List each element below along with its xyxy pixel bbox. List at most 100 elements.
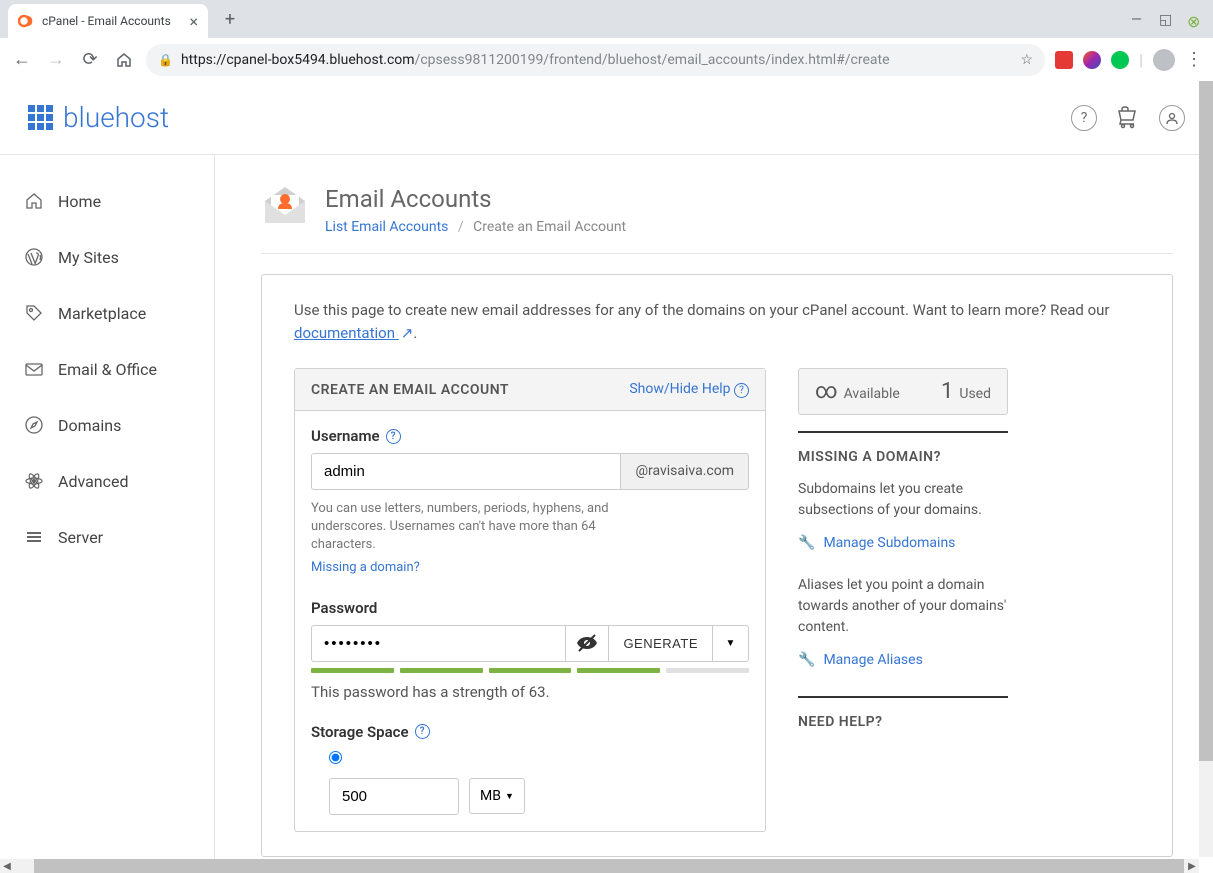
sidebar-label: Home: [58, 192, 101, 211]
breadcrumb: List Email Accounts / Create an Email Ac…: [325, 219, 626, 235]
missing-domain-link[interactable]: Missing a domain?: [311, 559, 621, 577]
side-title: NEED HELP?: [798, 714, 1008, 730]
storage-label: Storage Space ?: [311, 723, 749, 741]
usage-stats: ∞ Available 1 Used: [798, 368, 1008, 415]
forward-button[interactable]: →: [44, 48, 68, 72]
page: bluehost ? Home My Sites Marketplace: [0, 81, 1213, 873]
domain-addon: @ravisaiva.com: [621, 453, 749, 490]
close-window-icon[interactable]: ⊗: [1187, 12, 1201, 26]
password-label: Password: [311, 599, 749, 617]
generate-button[interactable]: GENERATE: [609, 625, 713, 662]
generate-dropdown[interactable]: ▼: [713, 625, 749, 662]
grammarly-ext-icon[interactable]: [1111, 51, 1129, 69]
external-link-icon: ↗: [401, 322, 414, 345]
url-host: https://cpanel-box5494.bluehost.com: [181, 52, 415, 68]
wrench-icon: 🔧: [798, 652, 815, 668]
alias-text: Aliases let you point a domain towards a…: [798, 575, 1008, 638]
instagram-ext-icon[interactable]: [1083, 51, 1101, 69]
back-button[interactable]: ←: [10, 48, 34, 72]
infinity-icon: ∞: [815, 379, 838, 404]
used-label: Used: [959, 386, 991, 402]
envelope-icon: [24, 359, 44, 379]
help-icon: ?: [734, 383, 749, 398]
compass-icon: [24, 415, 44, 435]
tag-icon: [24, 303, 44, 323]
tab-bar: cPanel - Email Accounts × + — ◱ ⊗: [0, 0, 1213, 38]
url-input[interactable]: 🔒 https://cpanel-box5494.bluehost.com/cp…: [146, 44, 1045, 76]
card-title: CREATE AN EMAIL ACCOUNT: [311, 382, 509, 398]
profile-avatar-icon[interactable]: [1153, 49, 1175, 71]
address-bar: ← → ⟳ 🔒 https://cpanel-box5494.bluehost.…: [0, 38, 1213, 81]
storage-fixed-radio[interactable]: [329, 751, 342, 764]
home-button[interactable]: [112, 48, 136, 72]
main-content: Email Accounts List Email Accounts / Cre…: [215, 155, 1213, 873]
password-input[interactable]: [311, 625, 565, 662]
create-account-card: CREATE AN EMAIL ACCOUNT Show/Hide Help ?…: [294, 368, 766, 832]
logo[interactable]: bluehost: [28, 101, 169, 134]
cart-icon[interactable]: [1115, 105, 1141, 131]
breadcrumb-link[interactable]: List Email Accounts: [325, 219, 448, 235]
email-accounts-icon: [261, 185, 309, 227]
logo-text: bluehost: [63, 101, 169, 134]
username-hint: You can use letters, numbers, periods, h…: [311, 500, 621, 577]
storage-unit-dropdown[interactable]: MB ▼: [469, 778, 525, 814]
wordpress-icon: [24, 247, 44, 267]
flipboard-ext-icon[interactable]: [1055, 51, 1073, 69]
lock-icon: 🔒: [158, 53, 173, 67]
topbar: bluehost ?: [0, 81, 1213, 155]
browser-tab[interactable]: cPanel - Email Accounts ×: [8, 4, 208, 38]
logo-grid-icon: [28, 105, 53, 130]
vertical-scrollbar[interactable]: [1199, 81, 1213, 857]
sidebar-label: Server: [58, 528, 103, 547]
url-path: /cpsess9811200199/frontend/bluehost/emai…: [415, 52, 890, 68]
bookmark-icon[interactable]: ☆: [1021, 52, 1034, 68]
sidebar-label: Advanced: [58, 472, 129, 491]
sidebar-item-advanced[interactable]: Advanced: [0, 453, 214, 509]
need-help-section: NEED HELP?: [798, 696, 1008, 730]
strength-text: This password has a strength of 63.: [311, 683, 749, 701]
sidebar-label: Marketplace: [58, 304, 146, 323]
page-title: Email Accounts: [325, 185, 626, 213]
help-icon[interactable]: ?: [386, 429, 401, 444]
sidebar-item-marketplace[interactable]: Marketplace: [0, 285, 214, 341]
reload-button[interactable]: ⟳: [78, 48, 102, 72]
user-icon[interactable]: [1159, 105, 1185, 131]
menu-lines-icon: [24, 527, 44, 547]
close-tab-icon[interactable]: ×: [189, 12, 198, 31]
cpanel-icon: [18, 13, 34, 29]
manage-aliases-link[interactable]: 🔧 Manage Aliases: [798, 652, 1008, 668]
sidebar-item-home[interactable]: Home: [0, 173, 214, 229]
sidebar-item-domains[interactable]: Domains: [0, 397, 214, 453]
sidebar: Home My Sites Marketplace Email & Office…: [0, 155, 215, 873]
tab-title: cPanel - Email Accounts: [42, 14, 171, 28]
username-label: Username ?: [311, 427, 749, 445]
storage-size-input[interactable]: [329, 778, 459, 815]
horizontal-scrollbar[interactable]: ◀▶: [0, 859, 1199, 873]
side-title: MISSING A DOMAIN?: [798, 449, 1008, 465]
sidebar-label: Domains: [58, 416, 121, 435]
page-header: Email Accounts List Email Accounts / Cre…: [261, 185, 1173, 254]
missing-domain-section: MISSING A DOMAIN? Subdomains let you cre…: [798, 431, 1008, 668]
help-toggle[interactable]: Show/Hide Help ?: [629, 381, 749, 398]
subdomain-text: Subdomains let you create subsections of…: [798, 479, 1008, 521]
strength-meter: [311, 668, 749, 673]
sidebar-label: Email & Office: [58, 360, 157, 379]
username-input[interactable]: [311, 453, 621, 490]
menu-icon[interactable]: ⋮: [1185, 49, 1203, 70]
manage-subdomains-link[interactable]: 🔧 Manage Subdomains: [798, 535, 1008, 551]
toggle-visibility-button[interactable]: [565, 625, 609, 662]
sidebar-item-server[interactable]: Server: [0, 509, 214, 565]
new-tab-button[interactable]: +: [216, 5, 244, 33]
documentation-link[interactable]: documentation ↗: [294, 324, 413, 342]
help-icon[interactable]: ?: [415, 724, 430, 739]
breadcrumb-current: Create an Email Account: [473, 219, 626, 235]
browser-chrome: cPanel - Email Accounts × + — ◱ ⊗ ← → ⟳ …: [0, 0, 1213, 81]
sidebar-item-email-office[interactable]: Email & Office: [0, 341, 214, 397]
content-panel: Use this page to create new email addres…: [261, 274, 1173, 857]
minimize-icon[interactable]: —: [1131, 12, 1145, 26]
sidebar-label: My Sites: [58, 248, 119, 267]
home-icon: [24, 191, 44, 211]
sidebar-item-my-sites[interactable]: My Sites: [0, 229, 214, 285]
help-icon[interactable]: ?: [1071, 105, 1097, 131]
maximize-icon[interactable]: ◱: [1159, 12, 1173, 26]
